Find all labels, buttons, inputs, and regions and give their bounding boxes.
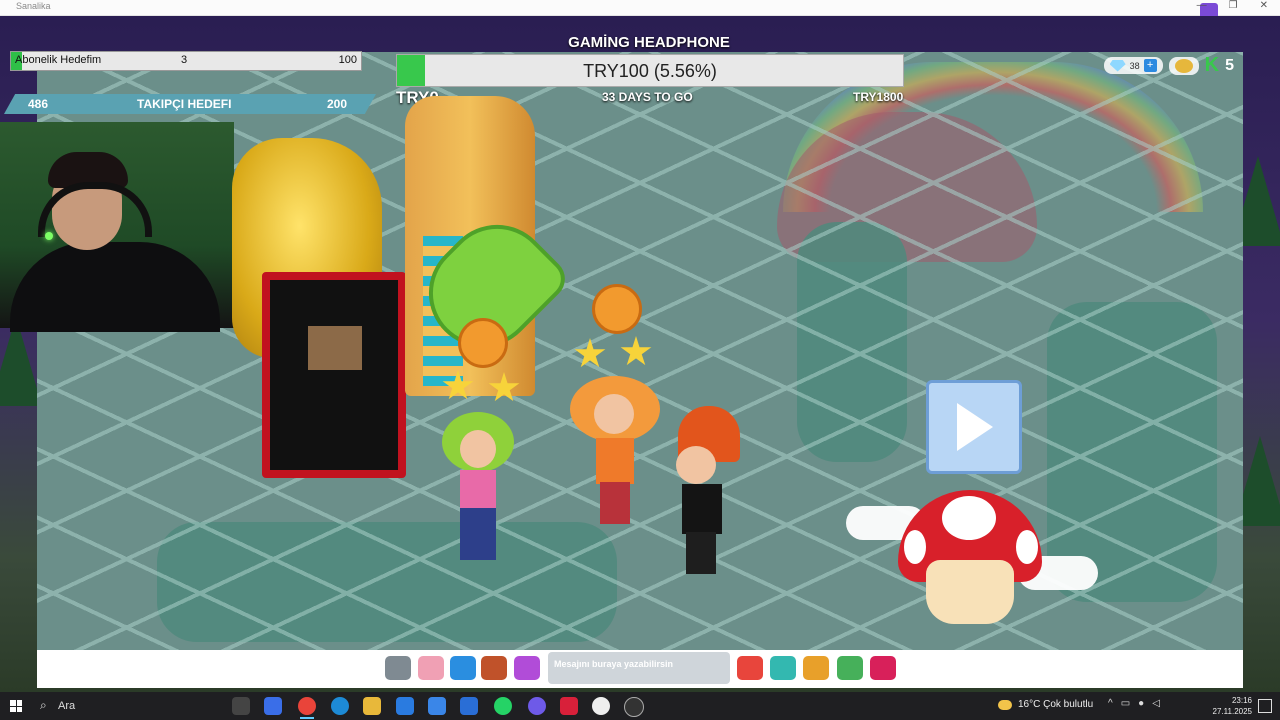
mushroom-spot — [942, 496, 996, 540]
subscriber-goal-label: Abonelik Hedefim — [15, 54, 102, 66]
subscriber-goal-current: 3 — [181, 54, 188, 66]
arcade-machine[interactable] — [262, 272, 406, 478]
headphone-led — [45, 232, 53, 240]
volume-icon[interactable]: ◁ — [1152, 698, 1160, 709]
mushroom-spot — [904, 530, 926, 564]
chrome-icon[interactable] — [298, 697, 316, 715]
avatar-face — [676, 446, 716, 484]
subscriber-goal-target: 100 — [338, 54, 357, 66]
copilot-icon[interactable] — [264, 697, 282, 715]
network-icon[interactable]: ▭ — [1121, 698, 1130, 709]
coin-icon — [1174, 58, 1193, 73]
whatsapp-icon[interactable] — [494, 697, 512, 715]
streamer-webcam — [0, 122, 234, 332]
sanalika-app-icon[interactable] — [592, 697, 610, 715]
play-button[interactable] — [926, 380, 1022, 474]
close-button[interactable]: ✕ — [1260, 0, 1268, 11]
donation-goal-target: TRY1800 — [853, 90, 904, 104]
avatar-face — [594, 394, 634, 434]
weather-widget[interactable]: 16°C Çok bulutlu — [998, 699, 1093, 710]
tray-chevron-icon[interactable]: ^ — [1108, 698, 1113, 709]
arcade-screen — [308, 326, 362, 370]
dance-icon[interactable] — [514, 656, 540, 680]
level-badge: 5 — [1225, 56, 1234, 74]
discord-icon[interactable] — [528, 697, 546, 715]
follower-goal-label: TAKIPÇI HEDEFI — [137, 97, 232, 111]
active-app-indicator — [300, 717, 314, 719]
avatar-orange-beanie[interactable] — [664, 406, 744, 576]
notification-icon[interactable] — [1258, 699, 1272, 713]
mushroom-spot — [1016, 530, 1038, 564]
donation-goal-title: GAMİNG HEADPHONE — [568, 34, 730, 51]
avatar-orange-hair[interactable] — [570, 376, 660, 526]
system-tray: ^ ▭ ● ◁ — [1108, 698, 1160, 709]
emote-icon[interactable] — [418, 656, 444, 680]
mic-icon[interactable]: ● — [1138, 698, 1144, 709]
windows-start-icon[interactable] — [10, 700, 22, 712]
chat-input[interactable]: Mesajını buraya yazabilirsin — [548, 652, 730, 684]
avatar-top — [460, 470, 496, 510]
add-gems-button[interactable]: + — [1143, 59, 1157, 72]
laughing-emoji-icon — [592, 284, 642, 334]
file-explorer-icon[interactable] — [363, 697, 381, 715]
obs-app-icon[interactable] — [460, 697, 478, 715]
mail-icon[interactable] — [396, 697, 414, 715]
avatar-green-hair[interactable] — [438, 412, 518, 562]
streamer-body — [10, 242, 220, 332]
backpack-icon[interactable] — [481, 656, 507, 680]
donation-goal-amount: TRY100 (5.56%) — [583, 61, 717, 81]
gem-icon — [1109, 59, 1126, 72]
avatar-jeans — [460, 508, 496, 560]
gem-count: 38 — [1129, 60, 1140, 71]
game-launcher-icon[interactable] — [560, 697, 578, 715]
maximize-button[interactable]: ❐ — [1229, 0, 1238, 11]
window-title: Sanalika — [16, 1, 51, 11]
search-icon: ⌕ — [40, 698, 47, 712]
play-icon — [957, 403, 993, 451]
chat-placeholder: Mesajını buraya yazabilirsin — [554, 659, 674, 669]
avatar-jacket — [682, 484, 722, 534]
weather-icon — [998, 699, 1012, 710]
follower-goal-bar: 486 TAKIPÇI HEDEFI 200 — [4, 94, 376, 114]
avatar-face — [460, 430, 496, 468]
donation-goal-bar: TRY100 (5.56%) — [396, 54, 904, 87]
taskbar-clock[interactable]: 23:16 27.11.2025 — [1196, 695, 1252, 717]
avatar-pants — [686, 532, 716, 574]
follower-goal-target: 200 — [327, 97, 348, 111]
minimize-button[interactable]: — — [1197, 0, 1207, 11]
island-icon[interactable] — [837, 656, 863, 680]
follower-goal-current: 486 — [28, 97, 49, 111]
clock-time: 23:16 — [1231, 696, 1252, 705]
phone-icon[interactable] — [385, 656, 411, 680]
window-titlebar: Sanalika — ❐ ✕ — [0, 0, 1280, 21]
store-icon[interactable] — [428, 697, 446, 715]
coin-counter — [1168, 56, 1199, 75]
window-controls: — ❐ ✕ — [1197, 0, 1268, 11]
obs-studio-icon[interactable] — [624, 697, 644, 717]
weather-text: 16°C Çok bulutlu — [1018, 699, 1094, 710]
edge-icon[interactable] — [331, 697, 349, 715]
gem-counter: 38 + — [1103, 57, 1163, 74]
k-logo-icon[interactable]: K — [1205, 54, 1219, 77]
red-mushroom[interactable] — [860, 490, 1080, 634]
wardrobe-icon[interactable] — [450, 656, 476, 680]
taskbar-search-label: Ara — [58, 700, 76, 712]
avatar-boots — [600, 482, 630, 524]
laughing-emoji-icon — [458, 318, 508, 368]
taskbar-search[interactable]: ⌕ Ara — [34, 696, 224, 716]
subscriber-goal-bar: Abonelik Hedefim 3 100 — [10, 51, 362, 71]
game-scene[interactable]: Abonelik Hedefim 3 100 486 TAKIPÇI HEDEF… — [0, 16, 1280, 692]
donation-goal-days: 33 DAYS TO GO — [602, 90, 693, 104]
chat-bubbles-icon[interactable] — [737, 656, 763, 680]
robot-icon[interactable] — [770, 656, 796, 680]
clock-date: 27.11.2025 — [1212, 707, 1252, 716]
task-view-icon[interactable] — [232, 697, 250, 715]
windows-taskbar: ⌕ Ara 16°C Çok bulutlu ^ ▭ ● ◁ 23:16 27.… — [0, 692, 1280, 720]
avatar-top — [596, 438, 634, 484]
currency-hud: 38 + K 5 — [1103, 54, 1234, 77]
gem-shop-icon[interactable] — [870, 656, 896, 680]
trophy-icon[interactable] — [803, 656, 829, 680]
mushroom-stem — [926, 560, 1014, 624]
